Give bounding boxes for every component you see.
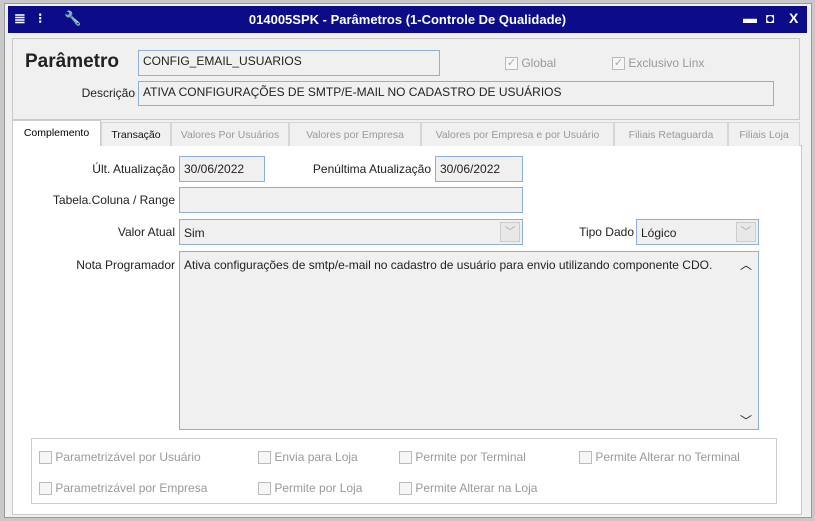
- chevron-down-icon[interactable]: ﹀: [736, 222, 756, 242]
- check-icon: ✓: [505, 57, 518, 71]
- global-label: Global: [521, 56, 557, 70]
- title-bar: ≣ ⁝ 🔧 014005SPK - Parâmetros (1-Controle…: [8, 6, 807, 33]
- option-label: Permite Alterar no Terminal: [595, 450, 740, 464]
- check-icon: ✓: [612, 57, 625, 71]
- envia-loja-checkbox[interactable]: Envia para Loja: [258, 450, 358, 465]
- close-button[interactable]: X: [789, 10, 798, 26]
- option-label: Parametrizável por Empresa: [55, 481, 208, 495]
- tab-valores-empresa-usuario[interactable]: Valores por Empresa e por Usuário: [421, 122, 614, 146]
- parametrizavel-usuario-checkbox[interactable]: Parametrizável por Usuário: [39, 450, 201, 465]
- permite-alterar-terminal-checkbox[interactable]: Permite Alterar no Terminal: [579, 450, 740, 465]
- nota-programador-textarea[interactable]: Ativa configurações de smtp/e-mail no ca…: [179, 251, 759, 430]
- tab-valores-por-usuarios[interactable]: Valores Por Usuários: [171, 122, 289, 146]
- permite-alterar-loja-checkbox[interactable]: Permite Alterar na Loja: [399, 481, 538, 496]
- tipo-dado-label: Tipo Dado: [579, 225, 634, 239]
- penultima-atualizacao-label: Penúltima Atualização: [312, 162, 431, 176]
- descricao-input[interactable]: ATIVA CONFIGURAÇÕES DE SMTP/E-MAIL NO CA…: [138, 81, 774, 106]
- checkbox-icon: [579, 451, 592, 465]
- valor-atual-value: Sim: [184, 226, 205, 240]
- scroll-up-icon[interactable]: ︿: [740, 256, 752, 273]
- tab-filiais-retaguarda[interactable]: Filiais Retaguarda: [614, 122, 728, 146]
- exclusivo-label: Exclusivo Linx: [628, 56, 705, 70]
- ult-atualizacao-input[interactable]: 30/06/2022: [179, 156, 265, 182]
- global-checkbox[interactable]: ✓ Global: [505, 56, 557, 71]
- checkbox-icon: [258, 451, 271, 465]
- option-label: Permite Alterar na Loja: [415, 481, 538, 495]
- nota-programador-label: Nota Programador: [76, 258, 175, 272]
- penultima-atualizacao-input[interactable]: 30/06/2022: [435, 156, 523, 182]
- parametrizavel-empresa-checkbox[interactable]: Parametrizável por Empresa: [39, 481, 208, 496]
- option-label: Parametrizável por Usuário: [55, 450, 201, 464]
- scroll-down-icon[interactable]: ﹀: [740, 412, 752, 429]
- checkbox-icon: [39, 482, 52, 496]
- parametro-label: Parâmetro: [25, 51, 119, 72]
- checkbox-icon: [258, 482, 271, 496]
- descricao-label: Descrição: [81, 86, 135, 100]
- tabela-coluna-label: Tabela.Coluna / Range: [52, 193, 175, 207]
- valor-atual-select[interactable]: Sim ﹀: [179, 219, 523, 245]
- tipo-dado-select[interactable]: Lógico ﹀: [636, 219, 759, 245]
- minimize-button[interactable]: ▬: [743, 10, 757, 26]
- option-label: Permite por Terminal: [415, 450, 526, 464]
- tab-transacao[interactable]: Transação: [101, 122, 171, 146]
- tipo-dado-value: Lógico: [641, 226, 677, 240]
- exclusivo-linx-checkbox[interactable]: ✓ Exclusivo Linx: [612, 56, 705, 71]
- tab-complemento[interactable]: Complemento: [12, 120, 101, 146]
- checkbox-icon: [399, 482, 412, 496]
- valor-atual-label: Valor Atual: [117, 225, 175, 239]
- checkbox-icon: [39, 451, 52, 465]
- checkbox-icon: [399, 451, 412, 465]
- maximize-button[interactable]: ◘: [766, 10, 774, 26]
- parametro-input[interactable]: CONFIG_EMAIL_USUARIOS: [138, 50, 440, 76]
- tabela-coluna-input[interactable]: [179, 187, 523, 213]
- window-title: 014005SPK - Parâmetros (1-Controle De Qu…: [248, 12, 567, 27]
- option-label: Permite por Loja: [274, 481, 363, 495]
- chevron-down-icon[interactable]: ﹀: [500, 222, 520, 242]
- permite-loja-checkbox[interactable]: Permite por Loja: [258, 481, 363, 496]
- ult-atualizacao-label: Últ. Atualização: [92, 162, 175, 176]
- tab-filiais-loja[interactable]: Filiais Loja: [728, 122, 800, 146]
- permite-terminal-checkbox[interactable]: Permite por Terminal: [399, 450, 526, 465]
- option-label: Envia para Loja: [274, 450, 358, 464]
- tab-valores-por-empresa[interactable]: Valores por Empresa: [289, 122, 421, 146]
